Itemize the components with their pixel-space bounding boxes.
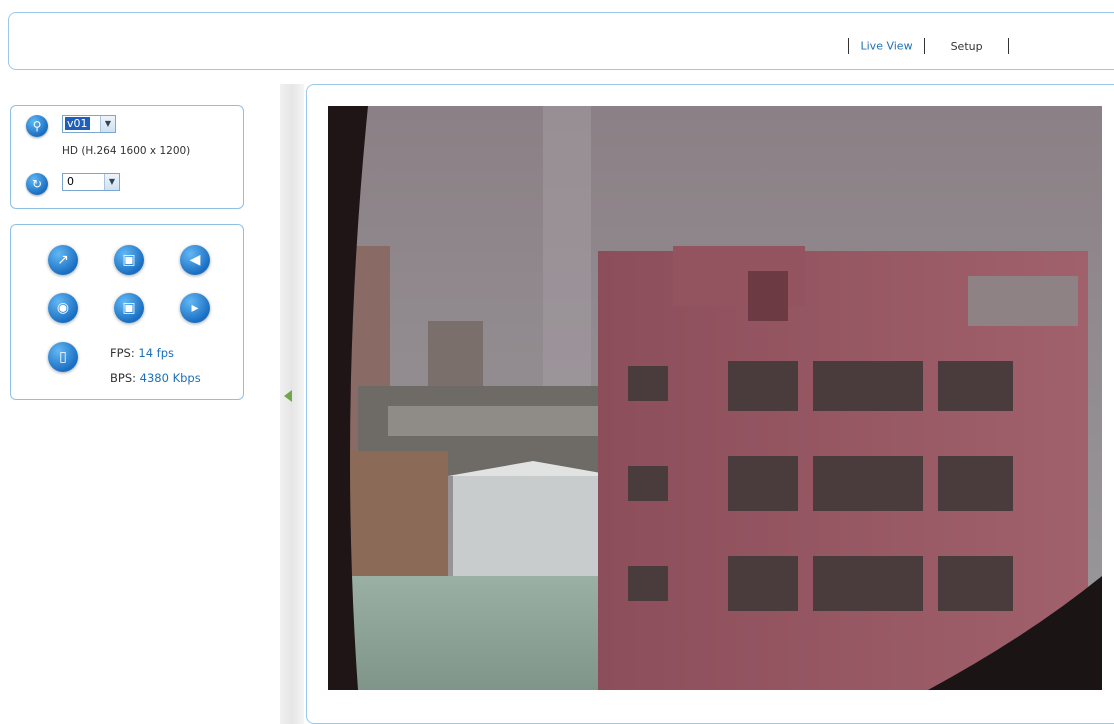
setup-link[interactable]: Setup xyxy=(951,40,983,53)
nav-separator xyxy=(924,38,926,54)
folder-icon[interactable]: ▯ xyxy=(48,342,78,372)
stream-resolution-info: HD (H.264 1600 x 1200) xyxy=(62,145,191,157)
snapshot-icon[interactable]: ▣ xyxy=(114,293,144,323)
rotation-select-value: 0 xyxy=(67,175,74,188)
stream-select[interactable]: v01 ▼ xyxy=(62,115,116,133)
ptz-control-icon[interactable]: ◉ xyxy=(48,293,78,323)
live-view-link[interactable]: Live View xyxy=(861,40,913,53)
nav-separator xyxy=(1008,38,1010,54)
fullscreen-icon[interactable]: ↗ xyxy=(48,245,78,275)
fps-readout: FPS: 14 fps xyxy=(110,346,174,360)
chevron-down-icon: ▼ xyxy=(100,116,115,132)
main-nav: Live View Setup xyxy=(840,38,1017,54)
stream-magnifier-icon: ⚲ xyxy=(26,115,48,137)
fps-label: FPS: xyxy=(110,346,135,360)
rotate-icon: ↻ xyxy=(26,173,48,195)
live-video-feed[interactable] xyxy=(328,106,1102,690)
bps-readout: BPS: 4380 Kbps xyxy=(110,371,201,385)
view-window-icon[interactable]: ▣ xyxy=(114,245,144,275)
bps-label: BPS: xyxy=(110,371,136,385)
chevron-down-icon: ▼ xyxy=(104,174,119,190)
sidebar-splitter[interactable] xyxy=(280,84,304,724)
rotation-select[interactable]: 0 ▼ xyxy=(62,173,120,191)
stream-select-value: v01 xyxy=(65,117,90,130)
nav-separator xyxy=(848,38,849,54)
fps-value: 14 fps xyxy=(138,346,175,360)
camera-image xyxy=(328,106,1102,690)
collapse-sidebar-arrow-icon[interactable] xyxy=(284,390,292,402)
bps-value: 4380 Kbps xyxy=(139,371,201,385)
audio-speaker-icon[interactable]: ◀ xyxy=(180,245,210,275)
video-record-icon[interactable]: ▸ xyxy=(180,293,210,323)
